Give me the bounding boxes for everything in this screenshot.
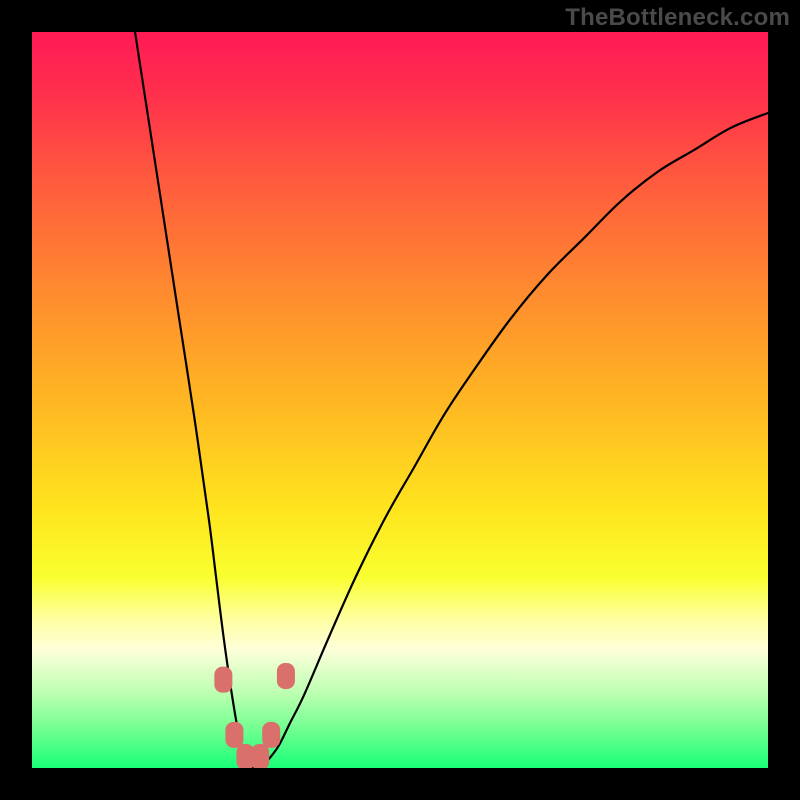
marker-dot (277, 663, 295, 689)
marker-dot (225, 722, 243, 748)
outer-frame: TheBottleneck.com (0, 0, 800, 800)
marker-dot (251, 744, 269, 768)
marker-dot (214, 667, 232, 693)
plot-area (32, 32, 768, 768)
marker-dot (262, 722, 280, 748)
gradient-background (32, 32, 768, 768)
watermark-text: TheBottleneck.com (565, 4, 790, 32)
chart-svg (32, 32, 768, 768)
